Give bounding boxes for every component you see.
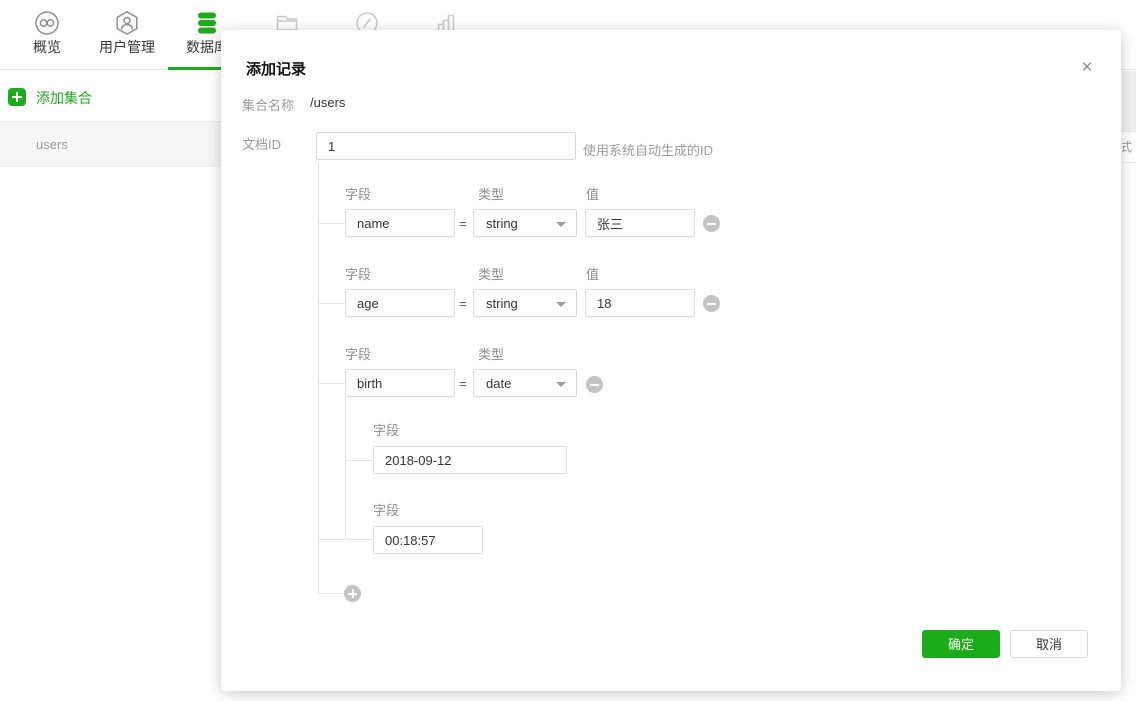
screen: 概览 用户管理 数据库: [0, 0, 1136, 701]
add-collection-button[interactable]: 添加集合: [0, 71, 221, 122]
tab-user-management[interactable]: 用户管理: [87, 0, 167, 70]
tree-line-vertical-nested: [345, 397, 346, 539]
add-collection-label: 添加集合: [36, 88, 92, 108]
field-header: 字段: [373, 500, 399, 519]
tree-line-h-name: [318, 223, 345, 224]
database-icon: [194, 10, 220, 36]
doc-id-hint: 使用系统自动生成的ID: [583, 140, 713, 159]
collections-sidebar: 添加集合 users: [0, 71, 221, 701]
birth-time-input[interactable]: [373, 526, 483, 554]
equals-sign: =: [459, 296, 467, 311]
type-header: 类型: [478, 184, 504, 203]
field-header: 字段: [345, 184, 371, 203]
infinity-icon: [34, 10, 60, 36]
remove-field-name-icon[interactable]: [703, 215, 720, 232]
tree-line-h-nested2: [318, 539, 372, 540]
tree-line-vertical-main: [318, 162, 319, 593]
collection-name-value: /users: [310, 95, 345, 110]
type-header: 类型: [478, 264, 504, 283]
confirm-button[interactable]: 确定: [922, 630, 1000, 658]
chevron-down-icon: [556, 302, 566, 307]
chevron-down-icon: [556, 382, 566, 387]
field-age-input[interactable]: [345, 289, 455, 317]
equals-sign: =: [459, 216, 467, 231]
sidebar-item-users[interactable]: users: [0, 122, 221, 167]
tab-overview[interactable]: 概览: [7, 0, 87, 70]
user-hexagon-icon: [114, 10, 140, 36]
remove-field-birth-icon[interactable]: [586, 376, 603, 393]
type-select-value: date: [486, 376, 511, 391]
field-header: 字段: [373, 420, 399, 439]
background-page-strip: 式: [1122, 71, 1136, 701]
type-select-value: string: [486, 216, 518, 231]
tree-line-h-age: [318, 303, 345, 304]
field-birth-input[interactable]: [345, 369, 455, 397]
background-toolbar-fragment: [1122, 71, 1136, 132]
value-header: 值: [586, 264, 599, 283]
value-age-input[interactable]: [585, 289, 695, 317]
plus-square-icon: [8, 88, 26, 106]
collection-name: users: [36, 137, 68, 152]
remove-field-age-icon[interactable]: [703, 295, 720, 312]
birth-date-input[interactable]: [373, 446, 567, 474]
field-header: 字段: [345, 344, 371, 363]
type-header: 类型: [478, 344, 504, 363]
background-clipped-text: 式: [1122, 132, 1136, 163]
add-record-modal: 添加记录 × 集合名称 /users 文档ID 使用系统自动生成的ID 字段 类…: [221, 30, 1121, 691]
tab-overview-label: 概览: [7, 38, 87, 56]
doc-id-label: 文档ID: [242, 134, 281, 153]
type-select-name[interactable]: string: [473, 209, 577, 237]
doc-id-input[interactable]: [316, 132, 576, 160]
chevron-down-icon: [556, 222, 566, 227]
tree-line-h-nested1: [345, 460, 372, 461]
tree-line-h-birth: [318, 383, 345, 384]
tree-line-h-plus: [318, 593, 345, 594]
close-icon[interactable]: ×: [1075, 56, 1099, 80]
field-name-input[interactable]: [345, 209, 455, 237]
modal-title: 添加记录: [246, 58, 306, 79]
tab-user-management-label: 用户管理: [87, 38, 167, 56]
field-header: 字段: [345, 264, 371, 283]
type-select-birth[interactable]: date: [473, 369, 577, 397]
type-select-age[interactable]: string: [473, 289, 577, 317]
add-field-icon[interactable]: [344, 585, 361, 602]
equals-sign: =: [459, 376, 467, 391]
collection-name-label: 集合名称: [242, 95, 294, 114]
type-select-value: string: [486, 296, 518, 311]
value-name-input[interactable]: [585, 209, 695, 237]
cancel-button[interactable]: 取消: [1010, 630, 1088, 658]
value-header: 值: [586, 184, 599, 203]
